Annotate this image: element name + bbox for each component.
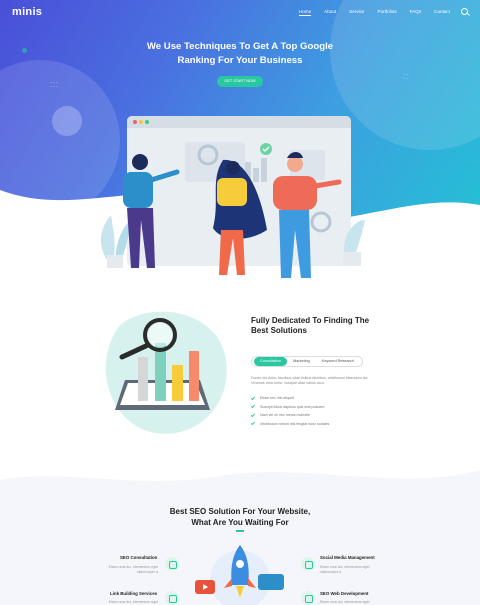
nav-item-about[interactable]: About — [324, 9, 336, 16]
solutions-tabs: Consultation Marketing Keyword Research — [251, 356, 363, 367]
check-icon — [250, 404, 256, 409]
checklist-item: Nam vel mi nec metus molestie — [250, 411, 329, 420]
checklist-text: Suscipit lobus dapibus quis erat posuere — [260, 404, 325, 409]
service-title-link-building[interactable]: Link Building Services — [110, 591, 157, 596]
decor-circle — [52, 106, 82, 136]
nav-item-contact[interactable]: Contact — [434, 9, 450, 16]
nav-menu: Home About Service Portfolios FAQs Conta… — [298, 9, 450, 16]
service-desc: Etiam uma dui, elementum eget — [320, 600, 370, 604]
tab-keyword-research[interactable]: Keyword Research — [316, 357, 360, 366]
services-title-line1: Best SEO Solution For Your Website, — [169, 507, 311, 516]
nav-item-portfolios[interactable]: Portfolios — [378, 9, 397, 16]
check-icon — [250, 395, 256, 400]
hero-title: We Use Techniques To Get A Top Google Ra… — [0, 40, 480, 68]
tab-consultation[interactable]: Consultation — [254, 357, 288, 366]
logo[interactable]: minis — [12, 6, 42, 18]
checklist-item: Suscipit lobus dapibus quis erat posuere — [250, 403, 329, 412]
service-title-seo-consultation[interactable]: SEO Consultation — [120, 555, 157, 560]
rocket-illustration — [195, 545, 284, 605]
decor-dots-icon: ··· ··· — [50, 80, 59, 90]
hero-title-line1: We Use Techniques To Get A Top Google — [146, 41, 334, 52]
service-desc: Etiam uma dui, elementum eget ullamcorpe… — [320, 565, 370, 574]
seo-consultation-icon — [165, 557, 179, 571]
search-icon[interactable] — [461, 8, 468, 15]
link-building-icon — [165, 591, 179, 605]
checklist-text: Vestibulum rutrum nisi feugiat nunc soda… — [260, 421, 330, 426]
get-start-button[interactable]: GET START NOW — [217, 76, 263, 87]
check-icon — [250, 421, 256, 426]
solutions-description: Donec dui dolor, faucibus vitae finibus … — [251, 376, 369, 385]
solutions-title-line1: Fully Dedicated To Finding The — [251, 316, 370, 325]
services-title-line2: What Are You Waiting For — [191, 518, 289, 527]
services-title: Best SEO Solution For Your Website, What… — [0, 506, 480, 528]
nav-item-home[interactable]: Home — [298, 9, 312, 16]
service-title-web-development[interactable]: SEO Web Development — [320, 591, 368, 596]
checklist-item: Vestibulum rutrum nisi feugiat nunc soda… — [250, 420, 330, 429]
social-media-icon — [301, 557, 315, 571]
web-development-icon — [301, 591, 315, 605]
solutions-title: Fully Dedicated To Finding The Best Solu… — [251, 316, 391, 336]
service-desc: Etiam uma dui, elementum eget ullamcorpe… — [108, 565, 158, 574]
check-icon — [250, 412, 256, 417]
checklist-item: Etiam nec nisi aliquet — [250, 394, 329, 403]
checklist-text: Etiam nec nisi aliquet — [260, 396, 294, 401]
checklist-text: Nam vel mi nec metus molestie — [260, 413, 310, 418]
services-wave — [0, 462, 480, 481]
service-desc: Etiam uma dui, elementum eget — [108, 600, 158, 604]
decor-dots-icon: ·· ·· — [403, 72, 409, 82]
title-underline — [236, 530, 244, 532]
solutions-checklist: Etiam nec nisi aliquet Suscipit lobus da… — [250, 394, 330, 429]
solutions-illustration — [105, 311, 227, 434]
solutions-title-line2: Best Solutions — [251, 326, 308, 335]
service-title-social-media[interactable]: Social Media Management — [320, 555, 375, 560]
top-navbar: minis Home About Service Portfolios FAQs… — [0, 0, 480, 26]
nav-item-faqs[interactable]: FAQs — [410, 9, 422, 16]
nav-item-service[interactable]: Service — [349, 9, 364, 16]
hero-title-line2: Ranking For Your Business — [177, 55, 303, 66]
tab-marketing[interactable]: Marketing — [287, 357, 316, 366]
hero-people-illustration — [100, 142, 365, 278]
